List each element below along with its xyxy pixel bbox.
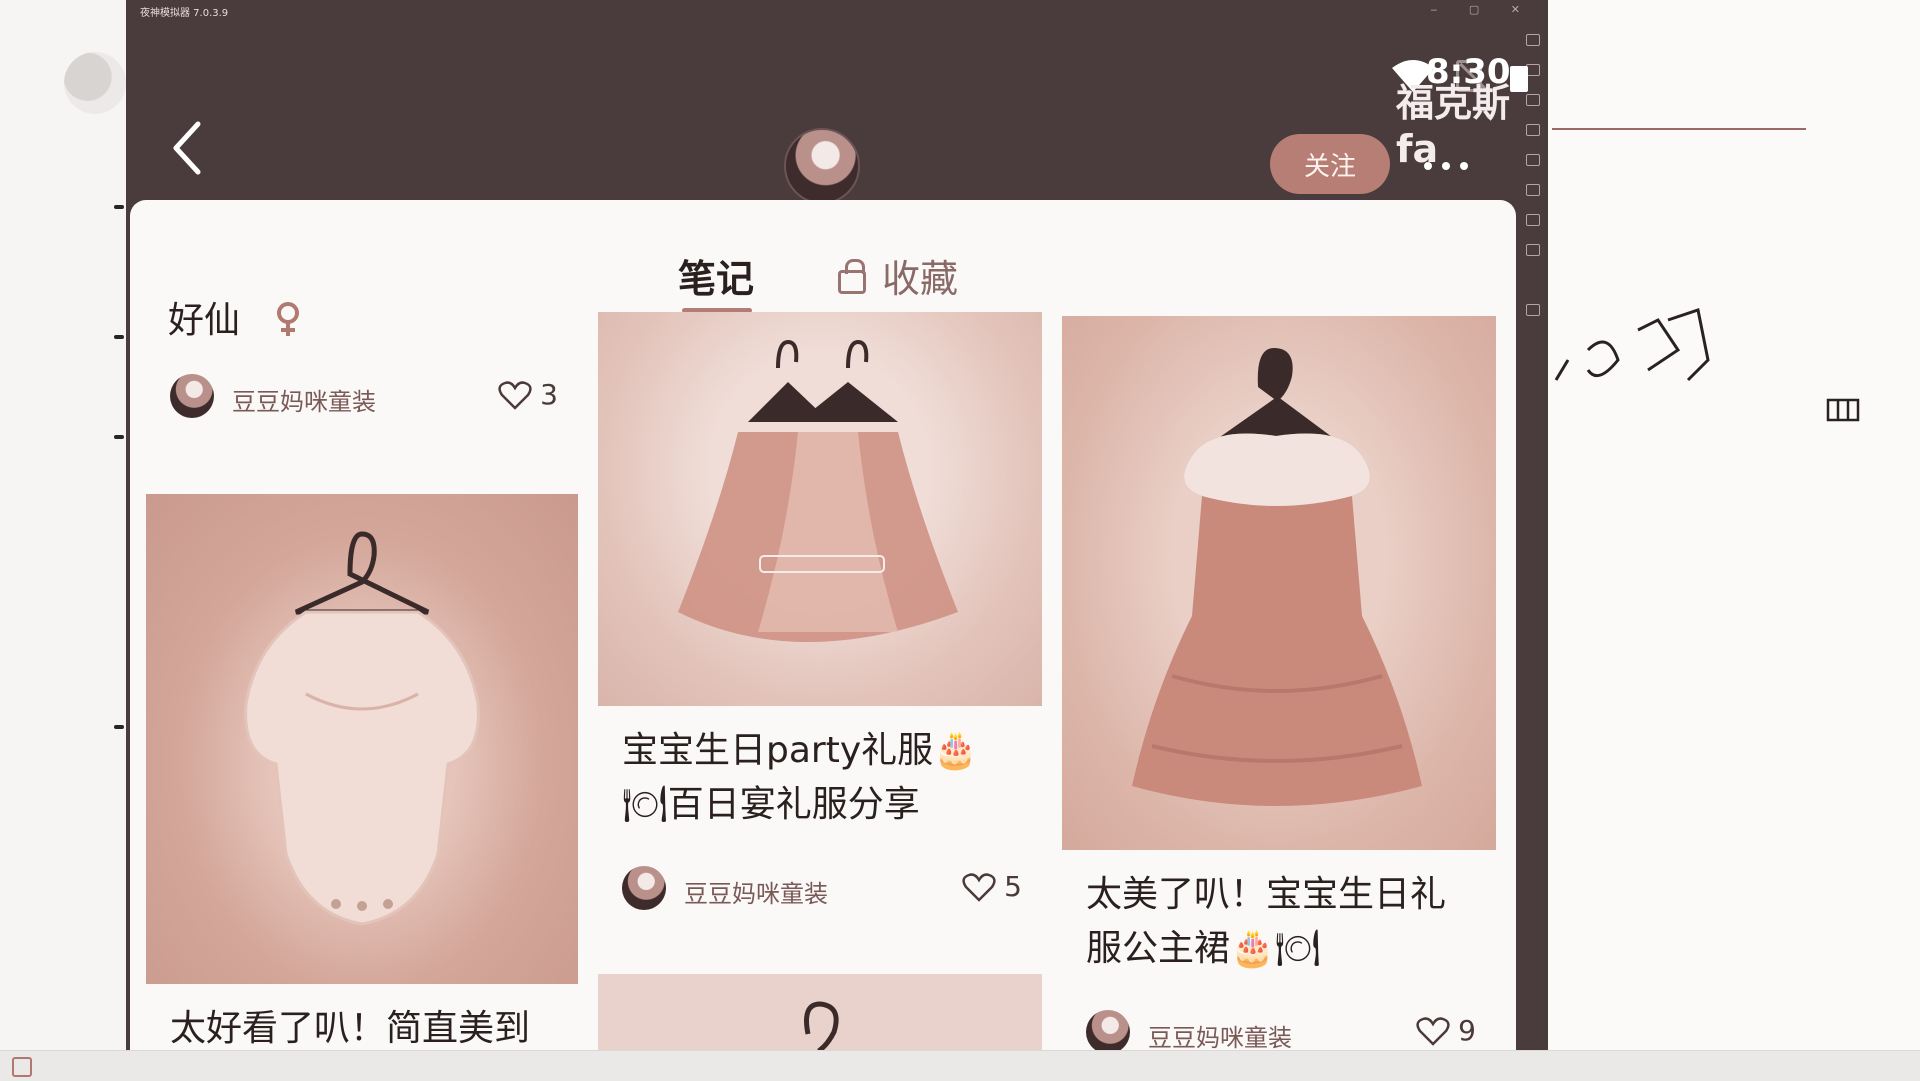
author-avatar[interactable] xyxy=(622,866,666,910)
note-title: 太好看了叭！简直美到 xyxy=(170,1008,531,1049)
hanger-dress-illustration xyxy=(678,339,958,642)
female-symbol-icon xyxy=(277,302,300,336)
whiteboard-right-area xyxy=(1548,0,1920,1050)
heart-icon xyxy=(1416,1017,1450,1046)
hanger-romper-illustration xyxy=(244,531,480,926)
desktop-moon-icon xyxy=(64,52,126,114)
desktop-left-area xyxy=(0,0,126,1050)
emulator-title: 夜神模拟器 7.0.3.9 xyxy=(140,8,229,19)
external-link-icon[interactable] xyxy=(1526,304,1540,316)
follow-button[interactable]: 关注 xyxy=(1270,134,1390,194)
import-icon[interactable] xyxy=(1526,184,1540,196)
screenshot-icon[interactable] xyxy=(1526,214,1540,226)
hanger-princess-dress-illustration xyxy=(1132,347,1422,806)
back-button[interactable] xyxy=(166,118,210,178)
note-author-row: 豆豆妈咪童装 9 xyxy=(1086,1008,1476,1050)
window-controls[interactable]: ‒ ▢ ✕ xyxy=(1430,3,1534,16)
whiteboard-marks xyxy=(96,205,126,765)
note-title-line: 🍽百日宴礼服分享 xyxy=(622,784,920,825)
emulator-titlebar: 夜神模拟器 7.0.3.9 ‒ ▢ ✕ xyxy=(126,0,1548,22)
emulator-toolbar xyxy=(1518,22,1548,1050)
handwriting-scribble-icon xyxy=(1554,308,1860,422)
screen-icon[interactable] xyxy=(1526,154,1540,166)
heart-icon xyxy=(498,381,532,410)
keyboard-icon[interactable] xyxy=(1526,64,1540,76)
dot xyxy=(1442,162,1450,170)
note-title: 宝宝生日party礼服🎂 🍽百日宴礼服分享 xyxy=(622,724,1026,832)
tab-notes[interactable]: 笔记 xyxy=(678,248,754,303)
like-button[interactable]: 3 xyxy=(498,378,558,411)
like-button[interactable]: 5 xyxy=(962,870,1022,903)
note-title-line: 太美了叭！宝宝生日礼 xyxy=(1086,874,1447,915)
like-count: 9 xyxy=(1458,1014,1476,1047)
emulator-window: 夜神模拟器 7.0.3.9 ‒ ▢ ✕ 8:30 福克斯fa 关注 笔记 收藏 … xyxy=(126,0,1548,1050)
scissors-icon[interactable] xyxy=(1526,244,1540,256)
author-avatar[interactable] xyxy=(1086,1010,1130,1050)
note-cover-image xyxy=(1062,316,1496,850)
lock-icon xyxy=(838,259,866,294)
tab-favorites-label: 收藏 xyxy=(882,257,959,301)
note-title-line: 宝宝生日party礼服🎂 xyxy=(622,730,978,771)
fullscreen-icon[interactable] xyxy=(1526,34,1540,46)
dot xyxy=(1460,162,1468,170)
note-title: 好仙 xyxy=(168,294,562,348)
like-count: 5 xyxy=(1004,870,1022,903)
volume-down-icon[interactable] xyxy=(1526,124,1540,136)
like-count: 3 xyxy=(540,378,558,411)
chevron-left-icon xyxy=(173,121,201,175)
dot xyxy=(1424,162,1432,170)
heart-icon xyxy=(962,873,996,902)
note-cover-image xyxy=(598,312,1042,706)
author-name[interactable]: 豆豆妈咪童装 xyxy=(1148,1018,1292,1050)
phone-screen: 8:30 福克斯fa 关注 笔记 收藏 好仙 豆豆妈咪童装 3 太好看了叭！简直… xyxy=(126,22,1528,1050)
note-title: 太美了叭！宝宝生日礼 服公主裙🎂🍽 xyxy=(1086,868,1480,976)
author-name[interactable]: 豆豆妈咪童装 xyxy=(232,382,376,417)
note-card[interactable] xyxy=(598,974,1042,1050)
note-cover-image xyxy=(598,974,1042,1050)
note-cover-image xyxy=(146,494,578,984)
profile-avatar[interactable] xyxy=(784,128,860,204)
whiteboard-line xyxy=(1552,128,1806,130)
more-options-button[interactable] xyxy=(1416,144,1476,184)
tab-favorites[interactable]: 收藏 xyxy=(838,248,958,303)
note-title-line: 服公主裙🎂🍽 xyxy=(1086,928,1321,969)
note-card[interactable]: 宝宝生日party礼服🎂 🍽百日宴礼服分享 豆豆妈咪童装 5 xyxy=(598,312,1042,932)
taskbar xyxy=(0,1050,1920,1081)
like-button[interactable]: 9 xyxy=(1416,1014,1476,1047)
hanger-icon xyxy=(804,1001,839,1050)
app-icon[interactable] xyxy=(12,1057,32,1077)
author-avatar[interactable] xyxy=(170,374,214,418)
note-author-row: 豆豆妈咪童装 3 xyxy=(170,372,558,422)
notes-feed: 笔记 收藏 好仙 豆豆妈咪童装 3 太好看了叭！简直美到 宝宝生日party礼服… xyxy=(130,200,1516,1050)
note-author-row: 豆豆妈咪童装 5 xyxy=(622,864,1022,914)
volume-up-icon[interactable] xyxy=(1526,94,1540,106)
note-card[interactable]: 太美了叭！宝宝生日礼 服公主裙🎂🍽 豆豆妈咪童装 9 xyxy=(1062,316,1496,1050)
note-card[interactable]: 太好看了叭！简直美到 xyxy=(146,494,578,1050)
author-name[interactable]: 豆豆妈咪童装 xyxy=(684,874,828,909)
